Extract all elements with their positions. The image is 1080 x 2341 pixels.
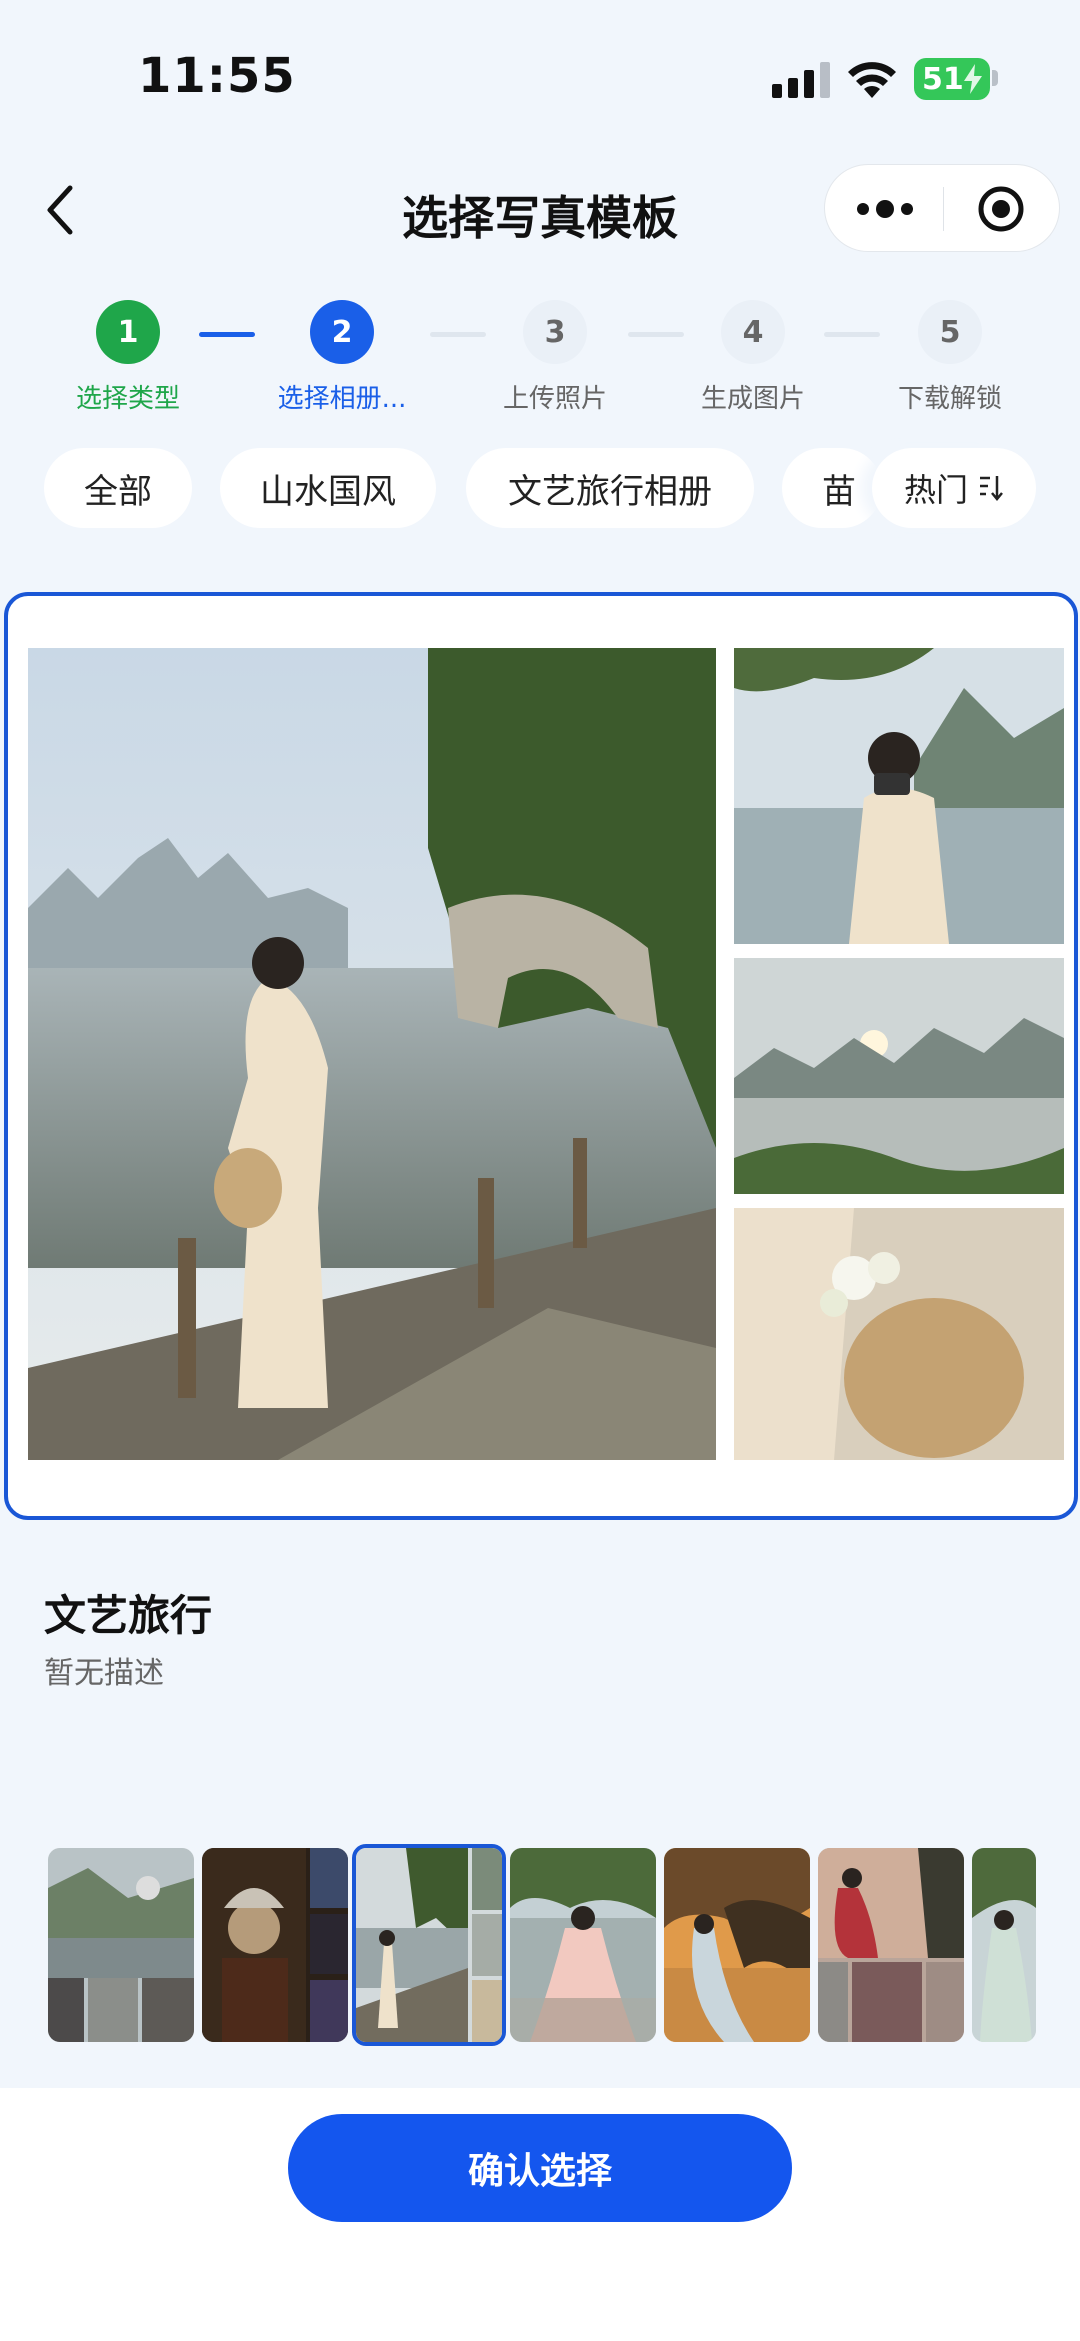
- bottom-action-bar: 确认选择: [0, 2088, 1080, 2341]
- step-label: 选择相册...: [277, 384, 407, 414]
- template-preview-card[interactable]: [4, 592, 1078, 1520]
- sort-label: 热门: [903, 471, 968, 509]
- step-connector: [199, 332, 255, 337]
- template-thumbnail[interactable]: [510, 1848, 656, 2042]
- confirm-select-button[interactable]: 确认选择: [288, 2114, 792, 2222]
- category-chip-landscape[interactable]: 山水国风: [220, 448, 436, 528]
- battery-level: 51: [922, 61, 964, 97]
- nav-bar: 选择写真模板: [0, 160, 1080, 260]
- step-5: 5 下载解锁: [880, 300, 1020, 415]
- template-thumbnail[interactable]: [818, 1848, 964, 2042]
- category-chip-miao[interactable]: 苗: [782, 448, 882, 528]
- template-thumbnail-selected[interactable]: [352, 1844, 506, 2046]
- step-3: 3 上传照片: [485, 300, 625, 415]
- step-label: 选择类型: [75, 384, 180, 414]
- step-4: 4 生成图片: [683, 300, 823, 415]
- step-number: 3: [523, 300, 587, 364]
- battery-indicator: 51: [914, 58, 990, 100]
- preview-main-photo: [28, 648, 716, 1460]
- preview-photo-camera: [734, 648, 1064, 944]
- template-thumbnail[interactable]: [664, 1848, 810, 2042]
- battery-cap: [992, 70, 998, 86]
- step-connector: [430, 332, 486, 337]
- step-label: 下载解锁: [897, 384, 1002, 414]
- status-time: 11:55: [138, 48, 296, 104]
- step-connector: [628, 332, 684, 337]
- capsule-divider: [943, 187, 944, 231]
- template-thumbnail[interactable]: [48, 1848, 194, 2042]
- sort-icon: [980, 476, 1003, 501]
- step-2: 2 选择相册...: [272, 300, 412, 415]
- category-chip-all[interactable]: 全部: [44, 448, 192, 528]
- sort-hot-button[interactable]: 热门: [872, 448, 1036, 528]
- signal-icon: [772, 62, 830, 98]
- category-tabs: 全部 山水国风 文艺旅行相册 苗 热门: [0, 448, 1080, 532]
- template-thumbnail-strip: [0, 1842, 1080, 2048]
- step-indicator: 1 选择类型 2 选择相册... 3 上传照片 4 生成图片 5 下载解锁: [0, 300, 1080, 430]
- step-number: 2: [310, 300, 374, 364]
- step-number: 1: [96, 300, 160, 364]
- step-connector: [824, 332, 880, 337]
- status-bar: 11:55 51: [0, 0, 1080, 150]
- step-label: 上传照片: [502, 384, 607, 414]
- step-number: 4: [721, 300, 785, 364]
- template-thumbnail[interactable]: [202, 1848, 348, 2042]
- step-1: 1 选择类型: [58, 300, 198, 415]
- step-label: 生成图片: [700, 384, 805, 414]
- category-chip-travel[interactable]: 文艺旅行相册: [466, 448, 754, 528]
- template-name: 文艺旅行: [44, 1591, 213, 1640]
- mini-program-capsule: [824, 164, 1060, 252]
- template-description: 暂无描述: [44, 1656, 164, 1691]
- more-icon[interactable]: [853, 193, 917, 225]
- close-mini-program-icon[interactable]: [977, 185, 1025, 233]
- wifi-icon: [848, 62, 896, 98]
- preview-photo-bag: [734, 1208, 1064, 1460]
- step-number: 5: [918, 300, 982, 364]
- preview-photo-sunset: [734, 958, 1064, 1194]
- charging-bolt-icon: [964, 64, 982, 94]
- template-thumbnail[interactable]: [972, 1848, 1036, 2042]
